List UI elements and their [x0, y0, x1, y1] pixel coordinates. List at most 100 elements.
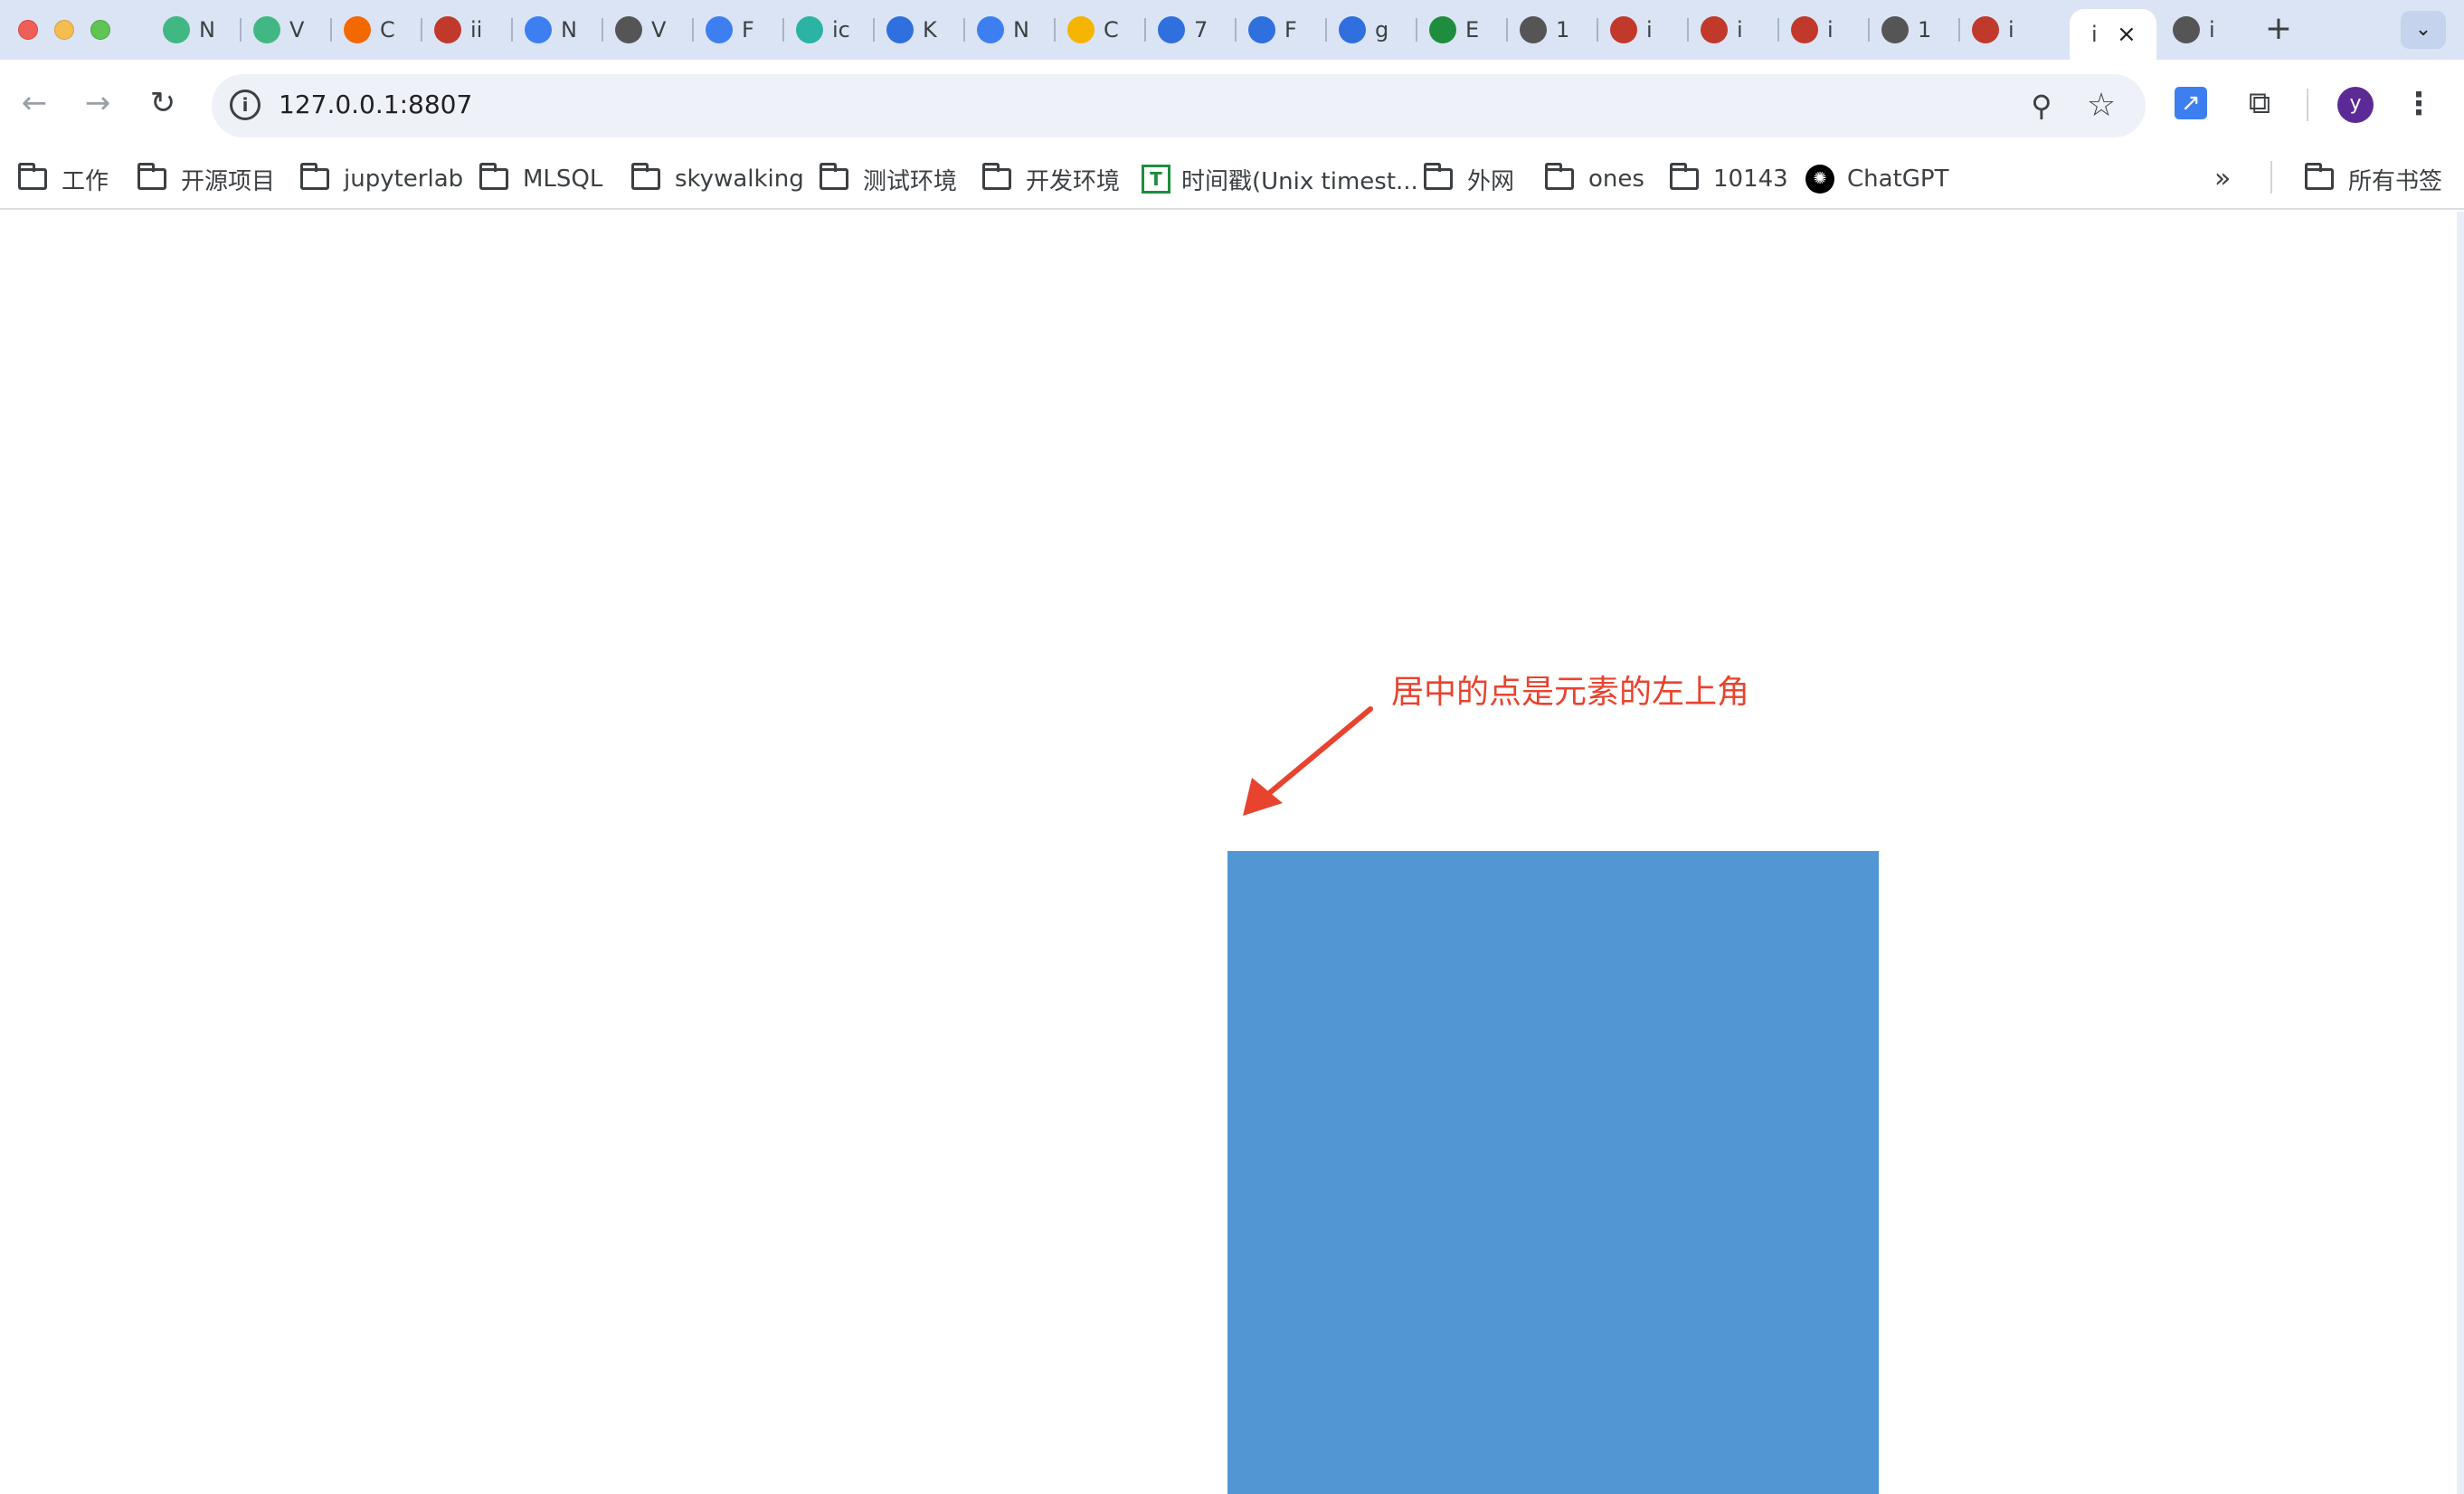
bookmark-label: MLSQL [523, 165, 603, 193]
tab-title: i [1646, 17, 1653, 43]
site-info-icon[interactable]: i [230, 90, 261, 120]
app-icon [434, 16, 461, 43]
bookmark-item[interactable]: jupyterlab [300, 159, 463, 199]
bookmark-label: ChatGPT [1847, 165, 1949, 193]
tab-title: i [2008, 17, 2014, 43]
tab-15[interactable]: 1 [1507, 9, 1597, 51]
folder-icon [1670, 163, 1699, 190]
k-icon [886, 16, 914, 43]
bookmark-item[interactable]: T 时间戳(Unix timest... [1142, 159, 1418, 199]
tab-title: K [923, 17, 937, 43]
tab-18[interactable]: i [1778, 9, 1869, 51]
bookmark-item[interactable]: MLSQL [479, 159, 602, 199]
bookmark-item[interactable]: 10143 [1670, 159, 1788, 199]
forward-button[interactable]: → [76, 81, 119, 125]
window-minimize-button[interactable] [54, 20, 74, 40]
tab-3[interactable]: ii [422, 9, 512, 51]
url-text[interactable]: 127.0.0.1:8807 [279, 90, 472, 119]
scrollbar-track[interactable] [2457, 212, 2464, 1494]
tab-title: i [1737, 17, 1743, 43]
back-button[interactable]: ← [13, 81, 56, 125]
flag-icon [525, 16, 552, 43]
chatgpt-icon: ✺ [1805, 165, 1834, 194]
bookmark-item[interactable]: skywalking [631, 159, 804, 199]
bookmark-star-icon[interactable]: ☆ [2080, 85, 2122, 127]
tab-7[interactable]: ic [783, 9, 874, 51]
tab-19[interactable]: 1 [1869, 9, 1959, 51]
tab-9[interactable]: N [964, 9, 1055, 51]
tab-title: C [1104, 17, 1119, 43]
app-icon [1972, 16, 1999, 43]
close-tab-icon[interactable]: × [2117, 21, 2137, 48]
tab-11[interactable]: 7 [1145, 9, 1236, 51]
flag-icon [706, 16, 733, 43]
vue-icon [253, 16, 280, 43]
tab-title: 1 [1556, 17, 1570, 43]
toolbar-divider [2307, 89, 2308, 121]
window-close-button[interactable] [18, 20, 38, 40]
tab-title: i [2209, 17, 2215, 43]
tab-5[interactable]: V [602, 9, 693, 51]
tab-1[interactable]: V [241, 9, 331, 51]
zoom-icon[interactable]: ⚲ [2021, 85, 2062, 127]
bookmark-label: 开源项目 [181, 167, 276, 195]
window-zoom-button[interactable] [90, 20, 110, 40]
bookmark-label: 开发环境 [1026, 167, 1121, 195]
extension-icon[interactable]: ↗ [2175, 87, 2207, 119]
tab-title: ic [832, 17, 850, 43]
tab-title: E [1465, 17, 1480, 43]
timestamp-site-icon: T [1142, 165, 1170, 194]
tab-title: N [199, 17, 215, 43]
tab-0[interactable]: N [150, 9, 241, 51]
folder-icon [300, 163, 329, 190]
tab-17[interactable]: i [1688, 9, 1778, 51]
bookmark-item[interactable]: ✺ ChatGPT [1805, 159, 1948, 199]
compass-icon [1339, 16, 1366, 43]
tab-search-button[interactable]: ⌄ [2401, 11, 2446, 49]
tab-title: 1 [1918, 17, 1932, 43]
bookmark-item[interactable]: 开发环境 [982, 159, 1120, 199]
bookmark-label: 10143 [1713, 165, 1788, 193]
bookmarks-overflow-button[interactable]: » [2214, 159, 2231, 199]
tab-10[interactable]: C [1055, 9, 1145, 51]
folder-icon [1424, 163, 1453, 190]
frog-icon [796, 16, 823, 43]
tab-12[interactable]: F [1236, 9, 1326, 51]
tab-2[interactable]: C [331, 9, 422, 51]
tab-20[interactable]: i [1959, 9, 2050, 51]
tab-13[interactable]: g [1326, 9, 1417, 51]
bookmark-label: skywalking [675, 165, 804, 193]
tab-4[interactable]: N [512, 9, 602, 51]
bookmark-item[interactable]: ones [1545, 159, 1644, 199]
profile-avatar[interactable]: y [2337, 87, 2374, 123]
browser-menu-button[interactable]: ⋮ [2401, 83, 2437, 125]
tab-8[interactable]: K [874, 9, 964, 51]
folder-icon [1545, 163, 1574, 190]
tab-16[interactable]: i [1597, 9, 1688, 51]
annotation-text: 居中的点是元素的左上角 [1391, 674, 1750, 711]
address-bar[interactable]: i 127.0.0.1:8807 ⚲ ☆ [212, 74, 2146, 137]
tab-title: V [651, 17, 667, 43]
t-icon [1429, 16, 1456, 43]
bookmark-item[interactable]: 工作 [18, 159, 109, 199]
tab-title: i [1827, 17, 1834, 43]
tab-21[interactable]: i × [2070, 9, 2156, 60]
bookmark-item[interactable]: 测试环境 [820, 159, 957, 199]
reload-button[interactable]: ↻ [141, 81, 185, 125]
extensions-puzzle-icon[interactable]: ⧉ [2240, 83, 2279, 123]
new-tab-button[interactable]: + [2258, 9, 2299, 51]
tab-14[interactable]: E [1417, 9, 1507, 51]
tab-6[interactable]: F [693, 9, 783, 51]
globe-icon [1520, 16, 1547, 43]
bookmark-item[interactable]: 开源项目 [137, 159, 275, 199]
app-icon [1791, 16, 1818, 43]
tab-title: g [1375, 17, 1389, 43]
globe-icon [1881, 16, 1909, 43]
app-icon [1701, 16, 1728, 43]
bookmark-all-label: 所有书签 [2348, 167, 2443, 195]
folder-icon [982, 163, 1011, 190]
bookmark-item[interactable]: 外网 [1424, 159, 1514, 199]
folder-icon [631, 163, 660, 190]
bookmark-all-folder[interactable]: 所有书签 [2305, 159, 2442, 199]
tab-22[interactable]: i [2160, 9, 2251, 51]
